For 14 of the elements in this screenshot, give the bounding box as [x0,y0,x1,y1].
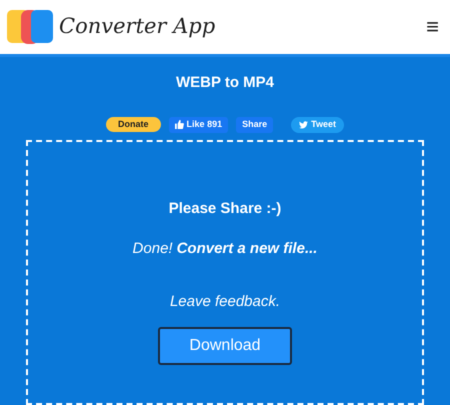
thumbs-up-icon [174,120,184,129]
like-button[interactable]: Like 891 [168,116,228,132]
share-button[interactable]: Share [236,116,274,132]
logo-text: Converter App [59,13,216,40]
donate-button[interactable]: Donate [106,117,161,132]
share-heading: Please Share :-) [168,198,282,218]
tweet-button[interactable]: Tweet [291,116,344,132]
logo-icon [7,9,53,45]
page-title: WEBP to MP4 [176,73,274,93]
feedback-link[interactable]: Leave feedback. [170,290,280,313]
convert-link[interactable]: Convert a new file... [176,238,318,260]
download-button[interactable]: Download [158,327,292,365]
done-text: Done! [132,239,173,259]
bird-icon [299,120,308,128]
